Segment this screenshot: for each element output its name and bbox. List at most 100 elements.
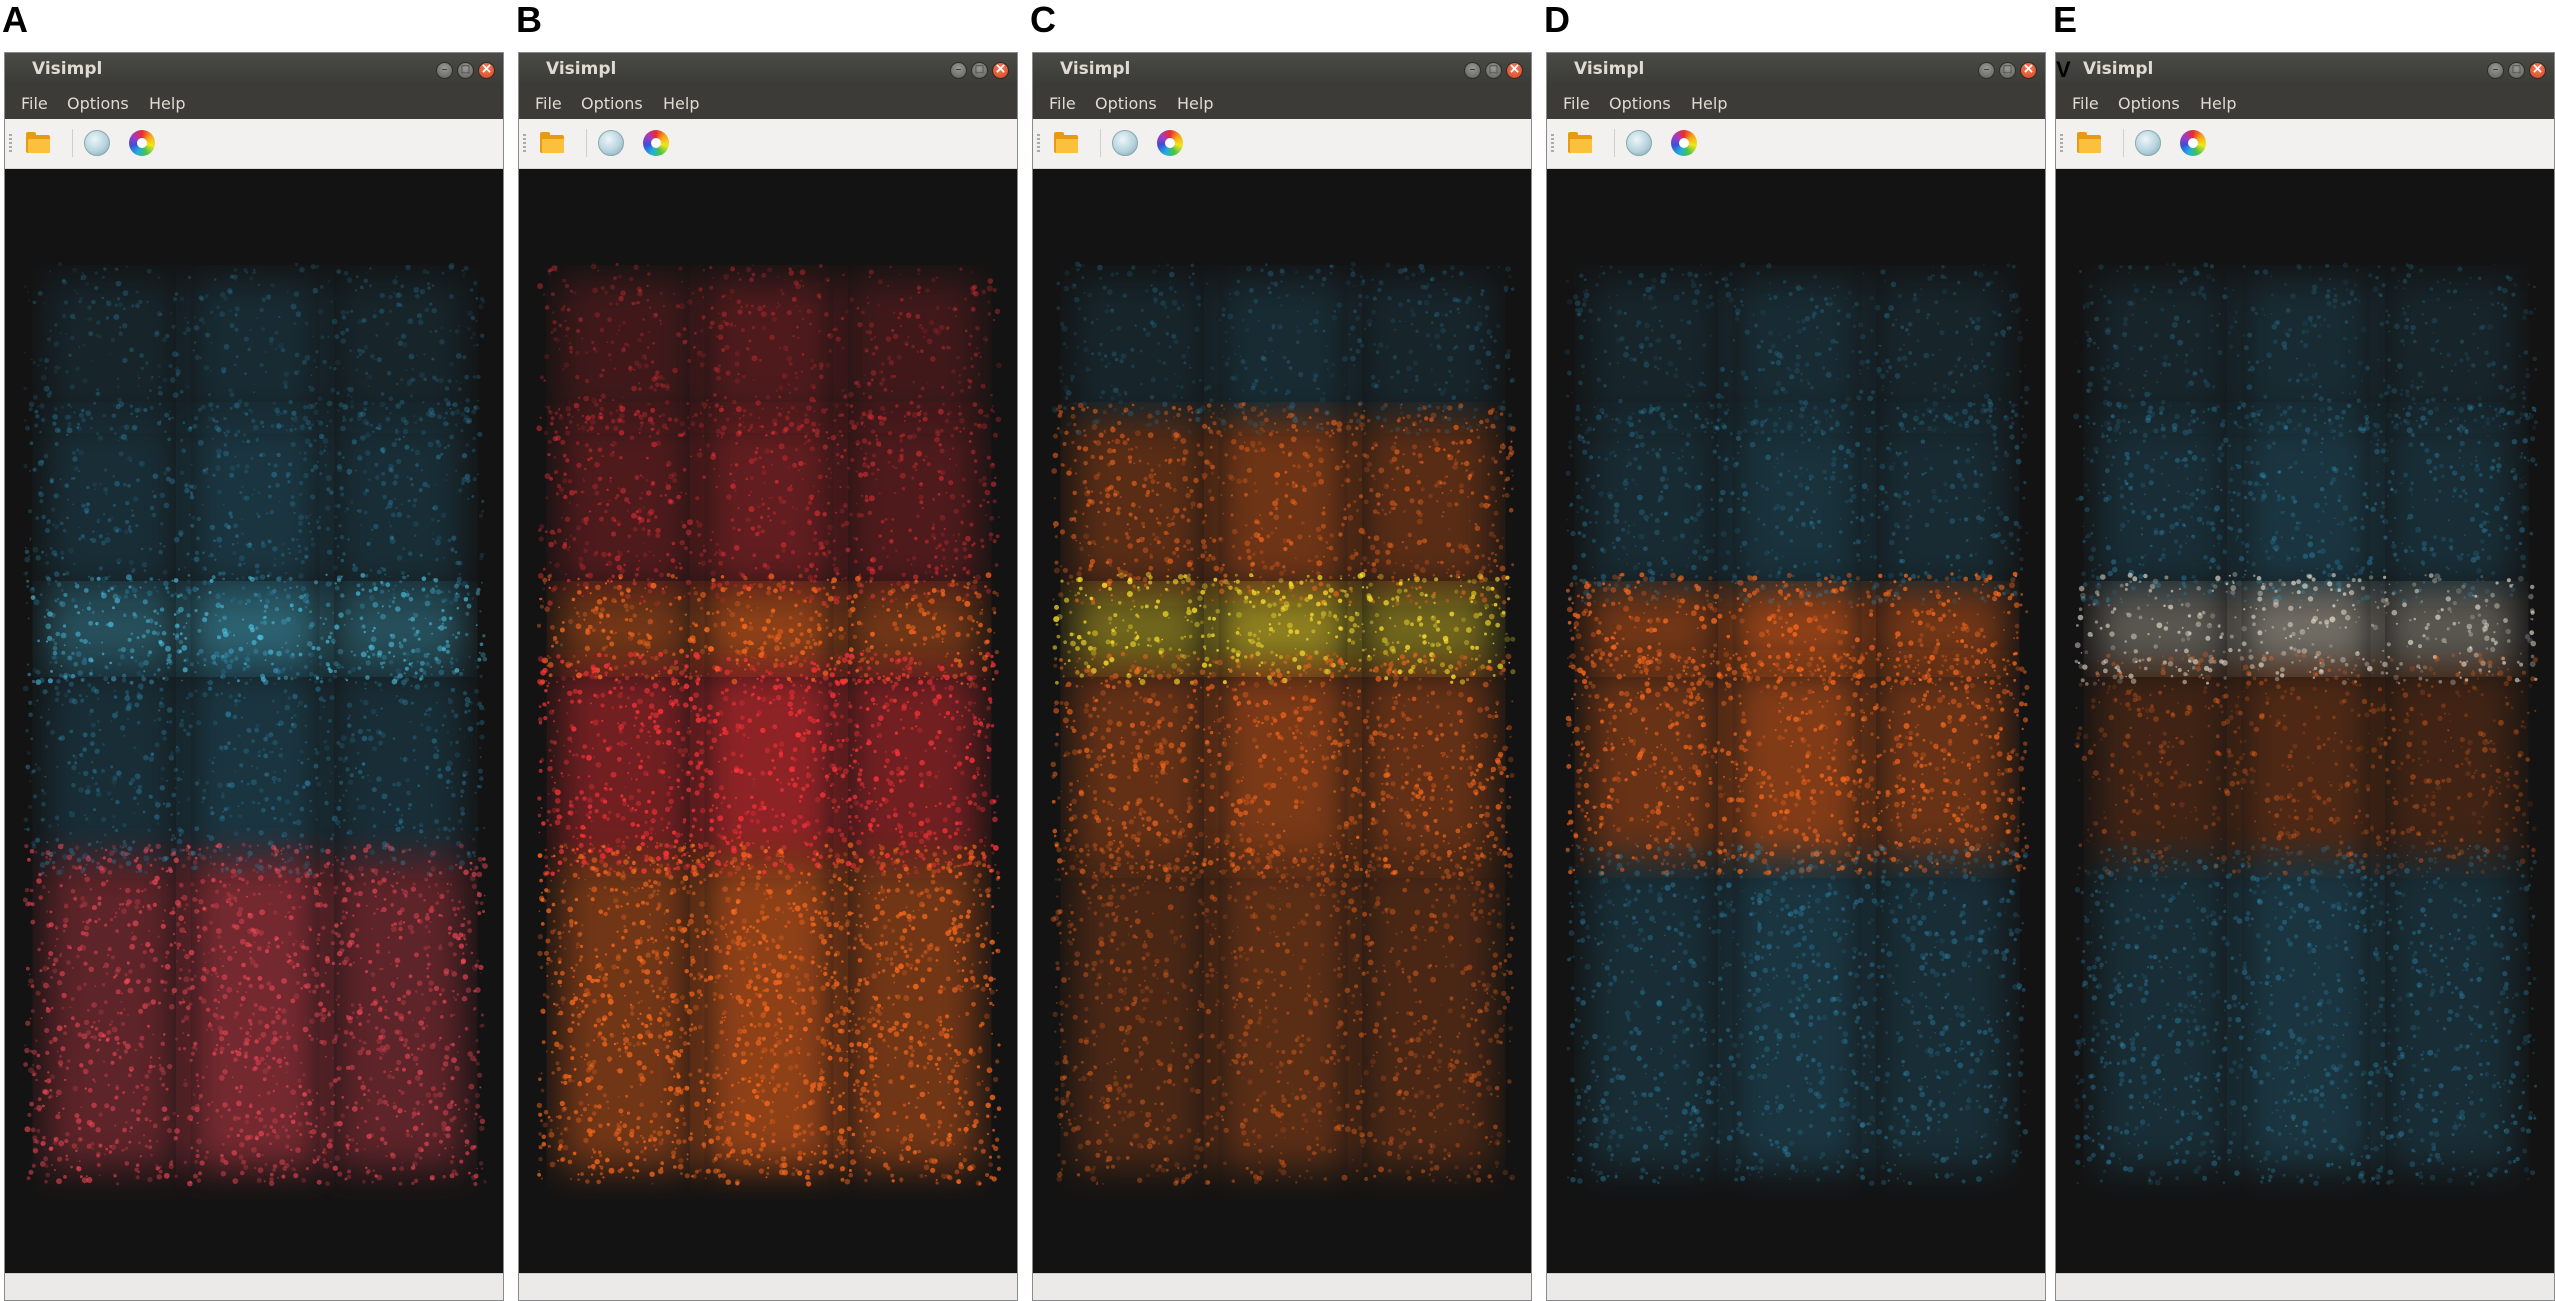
particle xyxy=(127,527,131,531)
particle xyxy=(127,1073,132,1078)
particle xyxy=(195,652,201,657)
particle xyxy=(174,1174,178,1178)
particle xyxy=(254,863,260,869)
color-wheel-icon[interactable] xyxy=(643,130,669,156)
particle xyxy=(431,357,434,361)
particle xyxy=(244,464,250,469)
particle xyxy=(476,587,481,592)
particle xyxy=(380,1028,386,1034)
particle xyxy=(187,845,191,849)
particle xyxy=(318,420,324,426)
particle xyxy=(305,600,310,605)
particle xyxy=(180,438,184,442)
particle xyxy=(404,894,408,898)
simulation-viewport[interactable] xyxy=(519,169,1017,1274)
particle xyxy=(211,761,215,765)
particle xyxy=(553,337,557,341)
particle xyxy=(207,1103,211,1107)
particle xyxy=(178,801,181,804)
particle xyxy=(210,341,213,344)
particle xyxy=(128,1066,135,1072)
particle xyxy=(163,545,166,548)
particle xyxy=(310,423,314,427)
particle xyxy=(173,1136,178,1141)
particle xyxy=(252,892,257,897)
sphere-icon[interactable] xyxy=(598,130,624,156)
particle xyxy=(410,448,414,452)
folder-icon[interactable] xyxy=(25,130,51,156)
particle xyxy=(288,911,291,913)
folder-icon[interactable] xyxy=(539,130,565,156)
particle xyxy=(84,1043,91,1049)
particle xyxy=(107,533,109,535)
particle xyxy=(381,605,384,608)
simulation-viewport[interactable] xyxy=(5,169,503,1274)
particle xyxy=(958,412,962,416)
particle xyxy=(95,849,98,852)
particle xyxy=(56,765,59,768)
particle xyxy=(283,580,286,583)
toolbar-grip-icon[interactable] xyxy=(523,134,526,152)
menu-help[interactable]: Help xyxy=(149,94,185,113)
toolbar-grip-icon[interactable] xyxy=(9,134,12,152)
menu-options[interactable]: Options xyxy=(67,94,129,113)
particle xyxy=(92,530,95,533)
particle xyxy=(222,883,227,888)
minimize-icon[interactable] xyxy=(436,61,453,79)
particle xyxy=(907,336,910,338)
particle xyxy=(385,506,388,510)
particle xyxy=(181,448,187,454)
particle xyxy=(456,936,461,941)
particle xyxy=(342,417,347,422)
menu-options[interactable]: Options xyxy=(581,94,643,113)
sphere-icon[interactable] xyxy=(84,130,110,156)
menu-help[interactable]: Help xyxy=(663,94,699,113)
particle xyxy=(147,828,151,833)
menu-file[interactable]: File xyxy=(21,94,48,113)
menu-file[interactable]: File xyxy=(535,94,562,113)
particle-render xyxy=(536,262,1002,1187)
particle xyxy=(248,844,252,848)
minimize-icon[interactable] xyxy=(950,61,967,79)
particle xyxy=(841,347,845,350)
particle xyxy=(238,856,243,861)
particle xyxy=(185,622,188,624)
status-bar xyxy=(5,1273,503,1300)
particle xyxy=(121,425,124,428)
particle xyxy=(336,391,340,395)
particle xyxy=(422,269,428,275)
particle xyxy=(426,953,430,957)
particle xyxy=(30,919,36,925)
particle xyxy=(778,385,784,391)
color-wheel-icon[interactable] xyxy=(129,130,155,156)
particle xyxy=(781,292,785,296)
particle xyxy=(239,491,243,495)
close-icon[interactable] xyxy=(478,61,495,79)
particle xyxy=(94,985,97,988)
particle xyxy=(316,646,321,651)
particle xyxy=(685,339,688,343)
title-bar[interactable]: Visimpl xyxy=(519,53,1017,86)
particle xyxy=(357,348,362,353)
particle xyxy=(462,668,465,671)
particle xyxy=(22,897,28,903)
particle xyxy=(383,1070,387,1074)
particle xyxy=(92,768,97,774)
particle xyxy=(186,797,191,801)
particle xyxy=(223,807,228,812)
particle xyxy=(476,1167,479,1170)
close-icon[interactable] xyxy=(992,61,1009,79)
particle xyxy=(414,449,421,456)
particle xyxy=(446,786,449,789)
particle xyxy=(636,363,643,369)
particle xyxy=(384,1008,387,1011)
maximize-icon[interactable] xyxy=(971,61,988,79)
particle xyxy=(465,632,469,637)
particle xyxy=(29,470,32,472)
particle xyxy=(912,380,916,384)
maximize-icon[interactable] xyxy=(457,61,474,79)
particle xyxy=(302,940,305,943)
particle xyxy=(224,950,227,953)
title-bar[interactable]: Visimpl xyxy=(5,53,503,86)
particle xyxy=(127,987,134,994)
